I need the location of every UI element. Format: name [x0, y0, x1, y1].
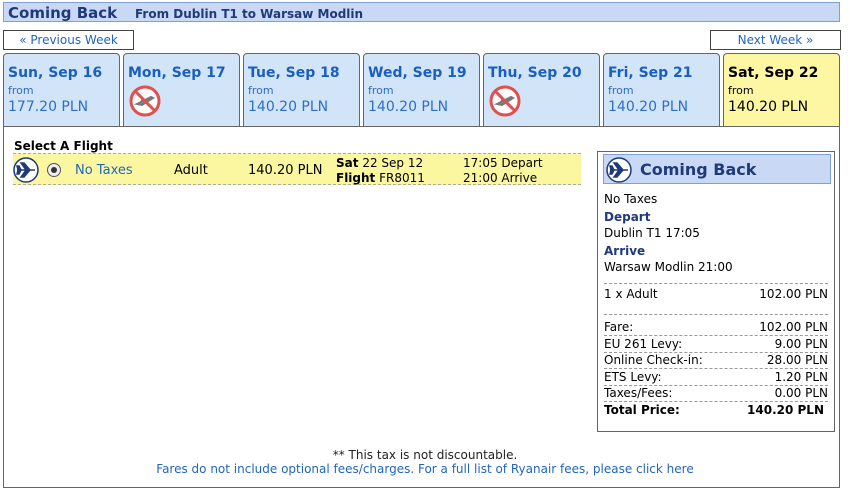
total-value: 140.20 PLN: [747, 403, 824, 417]
flight-date-line: Sat 22 Sep 12: [336, 156, 423, 170]
depart-time: 17:05 Depart: [463, 156, 543, 170]
date-tab-fri-sep-21[interactable]: Fri, Sep 21 from 140.20 PLN: [603, 53, 720, 127]
tab-day: Thu, Sep 20: [488, 65, 582, 81]
tab-from: from: [728, 84, 754, 97]
line-label: Fare:: [604, 320, 634, 334]
tab-from: from: [8, 84, 34, 97]
taxes-row: Taxes/Fees: 0.00 PLN: [604, 386, 828, 400]
arrive-time: 21:00 Arrive: [463, 171, 538, 185]
total-row: Total Price: 140.20 PLN: [604, 403, 828, 417]
tab-day: Mon, Sep 17: [128, 65, 226, 81]
tab-day: Wed, Sep 19: [368, 65, 467, 81]
divider: [604, 283, 828, 284]
date-tab-sun-sep-16[interactable]: Sun, Sep 16 from 177.20 PLN: [3, 53, 120, 127]
line-label: ETS Levy:: [604, 370, 662, 384]
flight-label: Flight: [336, 171, 376, 185]
tab-day: Sat, Sep 22: [728, 65, 819, 81]
line-label: Taxes/Fees:: [604, 386, 673, 400]
tab-day: Tue, Sep 18: [248, 65, 340, 81]
divider: [604, 368, 828, 369]
date-tab-mon-sep-17[interactable]: Mon, Sep 17: [123, 53, 240, 127]
plane-icon: [13, 157, 39, 183]
flight-row[interactable]: No Taxes Adult 140.20 PLN Sat 22 Sep 12 …: [13, 153, 581, 185]
line-value: 9.00 PLN: [774, 337, 828, 351]
line-label: EU 261 Levy:: [604, 337, 683, 351]
depart-label: Depart: [604, 210, 651, 224]
tax-note: ** This tax is not discountable.: [332, 448, 518, 462]
no-flights-icon: [489, 85, 521, 117]
arrive-label: Arrive: [604, 244, 646, 258]
tab-from: from: [368, 84, 394, 97]
passenger-row: 1 x Adult 102.00 PLN: [604, 287, 828, 301]
depart-value: Dublin T1 17:05: [604, 226, 700, 240]
date-tab-sat-sep-22[interactable]: Sat, Sep 22 from 140.20 PLN: [723, 53, 840, 127]
fare-type: No Taxes: [75, 163, 133, 178]
fare-row: Fare: 102.00 PLN: [604, 320, 828, 334]
previous-week-button[interactable]: « Previous Week: [3, 30, 134, 50]
summary-fare-type: No Taxes: [604, 192, 658, 206]
line-value: 1.20 PLN: [774, 370, 828, 384]
passenger-type: Adult: [174, 163, 208, 178]
line-value: 102.00 PLN: [759, 320, 828, 334]
flight-number-line: Flight FR8011: [336, 171, 425, 185]
total-label: Total Price:: [604, 403, 680, 417]
tab-price: 140.20 PLN: [248, 99, 329, 115]
plane-icon: [606, 157, 632, 183]
summary-header: Coming Back: [603, 154, 831, 184]
divider: [604, 335, 828, 336]
tab-price: 140.20 PLN: [728, 99, 809, 115]
divider: [604, 401, 828, 402]
line-label: Online Check-in:: [604, 353, 703, 367]
date-tab-tue-sep-18[interactable]: Tue, Sep 18 from 140.20 PLN: [243, 53, 360, 127]
route-label: From Dublin T1 to Warsaw Modlin: [135, 7, 364, 21]
section-header: Coming Back From Dublin T1 to Warsaw Mod…: [3, 2, 840, 22]
tab-from: from: [608, 84, 634, 97]
booking-summary: Coming Back No Taxes Depart Dublin T1 17…: [597, 151, 835, 432]
passenger-value: 102.00 PLN: [759, 287, 828, 301]
date-tab-wed-sep-19[interactable]: Wed, Sep 19 from 140.20 PLN: [363, 53, 480, 127]
flight-number: FR8011: [379, 171, 425, 185]
tab-from: from: [248, 84, 274, 97]
summary-title: Coming Back: [640, 160, 757, 179]
next-week-button[interactable]: Next Week »: [710, 30, 841, 50]
select-flight-label: Select A Flight: [14, 139, 113, 153]
tab-price: 140.20 PLN: [368, 99, 449, 115]
flight-date: 22 Sep 12: [362, 156, 424, 170]
radio-dot: [51, 167, 57, 173]
arrive-value: Warsaw Modlin 21:00: [604, 260, 733, 274]
fees-link[interactable]: Fares do not include optional fees/charg…: [0, 462, 850, 476]
tab-day: Sun, Sep 16: [8, 65, 103, 81]
tab-price: 177.20 PLN: [8, 99, 89, 115]
eu261-row: EU 261 Levy: 9.00 PLN: [604, 337, 828, 351]
tab-day: Fri, Sep 21: [608, 65, 693, 81]
checkin-row: Online Check-in: 28.00 PLN: [604, 353, 828, 367]
day-label: Sat: [336, 156, 359, 170]
tab-price: 140.20 PLN: [608, 99, 689, 115]
ets-row: ETS Levy: 1.20 PLN: [604, 370, 828, 384]
date-tab-thu-sep-20[interactable]: Thu, Sep 20: [483, 53, 600, 127]
flight-radio[interactable]: [47, 163, 61, 177]
divider: [604, 314, 828, 315]
flight-price: 140.20 PLN: [248, 163, 323, 178]
line-value: 28.00 PLN: [766, 353, 828, 367]
passenger-label: 1 x Adult: [604, 287, 658, 301]
line-value: 0.00 PLN: [774, 386, 828, 400]
no-flights-icon: [129, 85, 161, 117]
section-title: Coming Back: [8, 4, 118, 22]
